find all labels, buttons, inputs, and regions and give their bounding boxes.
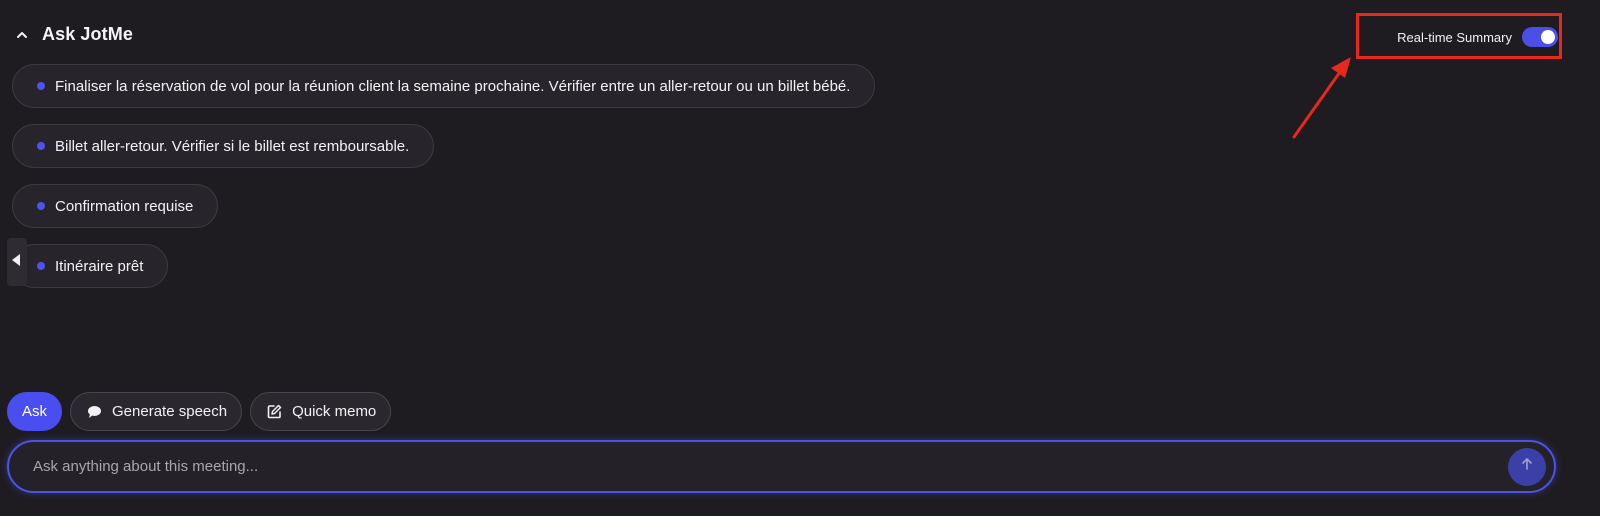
summary-item-text: Confirmation requise [55,197,194,215]
summary-item-text: Itinéraire prêt [55,257,144,275]
annotation-highlight-box [1356,13,1562,59]
panel-title: Ask JotMe [42,24,133,44]
bullet-dot-icon [37,262,45,270]
summary-item: Finaliser la réservation de vol pour la … [12,64,876,108]
speech-bubble-icon [86,404,102,420]
ask-jotme-panel: Ask JotMe Real-time Summary Finaliser la… [0,0,1600,516]
quick-memo-button[interactable]: Quick memo [250,392,392,431]
panel-header[interactable]: Ask JotMe [14,24,133,45]
generate-speech-label: Generate speech [112,403,228,420]
summary-item-text: Billet aller-retour. Vérifier si le bill… [55,137,410,155]
ask-input[interactable] [31,457,1508,476]
ask-button[interactable]: Ask [7,392,63,431]
edit-note-icon [266,404,282,420]
quick-memo-label: Quick memo [292,403,377,420]
ask-input-container [7,440,1556,493]
summary-item: Confirmation requise [12,184,219,228]
bullet-dot-icon [37,202,45,210]
bullet-dot-icon [37,82,45,90]
summary-item-text: Finaliser la réservation de vol pour la … [55,77,851,95]
send-button[interactable] [1508,447,1546,486]
summary-item: Itinéraire prêt [12,244,169,288]
generate-speech-button[interactable]: Generate speech [70,392,243,431]
caret-left-icon [11,253,21,271]
sidebar-collapse-handle[interactable] [7,238,27,286]
bullet-dot-icon [37,142,45,150]
arrow-up-icon [1520,457,1534,476]
chevron-up-icon[interactable] [14,27,30,43]
action-bar: Ask Generate speech Quick memo [7,392,392,431]
summary-item: Billet aller-retour. Vérifier si le bill… [12,124,435,168]
